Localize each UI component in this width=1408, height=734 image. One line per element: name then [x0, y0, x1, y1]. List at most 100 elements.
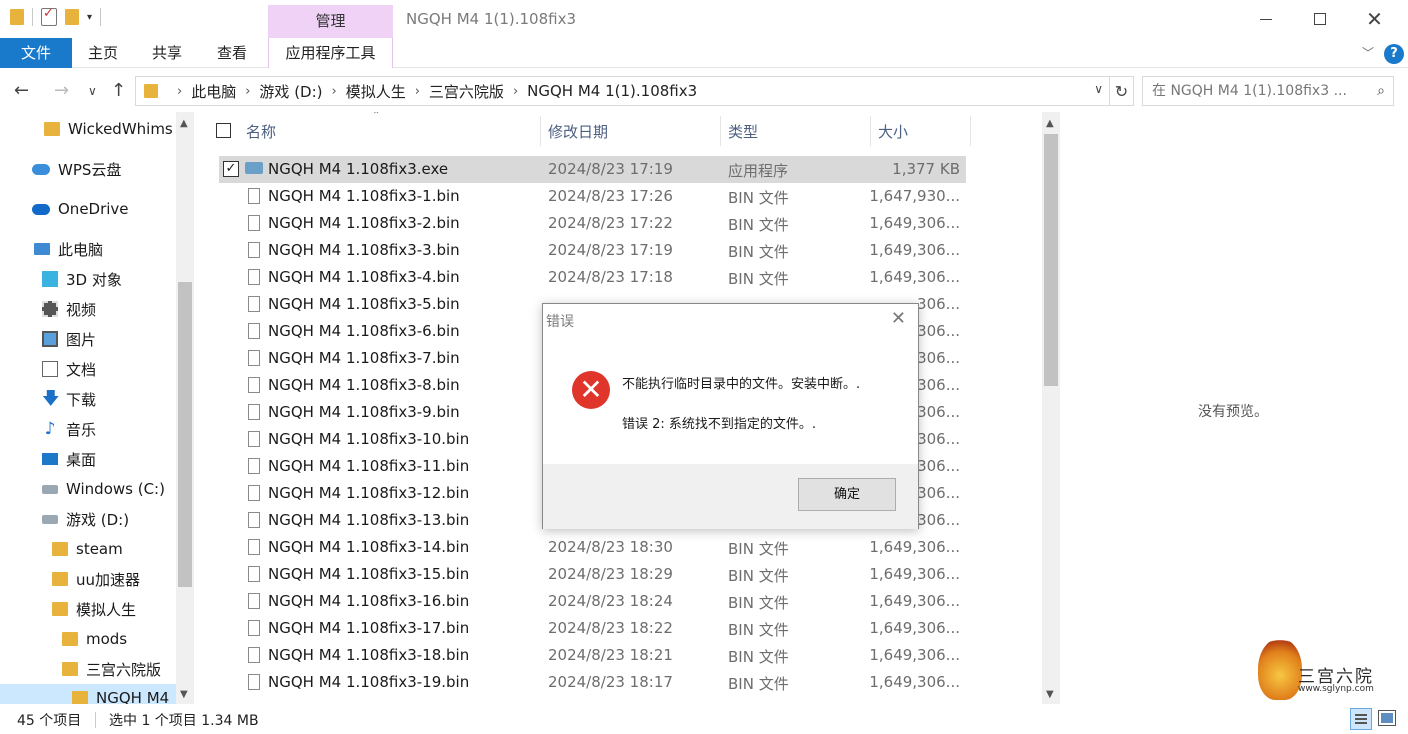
file-date: 2024/8/23 17:19: [548, 160, 673, 178]
scrollbar-thumb[interactable]: [1044, 134, 1058, 386]
breadcrumb-sims[interactable]: 模拟人生: [346, 81, 406, 102]
chevron-right-icon[interactable]: ›: [415, 84, 420, 99]
nav-item-sims[interactable]: 模拟人生: [52, 597, 136, 621]
minimize-button[interactable]: [1238, 0, 1293, 38]
folder-icon: [44, 122, 60, 136]
column-type[interactable]: 类型: [728, 121, 758, 142]
close-button[interactable]: ✕: [1347, 0, 1402, 38]
table-row[interactable]: NGQH M4 1.108fix3-16.bin 2024/8/23 18:24 B…: [219, 588, 966, 615]
help-icon[interactable]: ?: [1384, 44, 1404, 64]
video-icon: [42, 301, 58, 317]
customize-toolbar-chevron-icon[interactable]: ▾: [87, 12, 92, 23]
nav-item-drive-c[interactable]: Windows (C:): [42, 477, 165, 501]
breadcrumb-this-pc[interactable]: 此电脑: [191, 81, 236, 102]
nav-item-label: WPS云盘: [58, 160, 122, 179]
column-divider[interactable]: [970, 116, 971, 146]
large-icons-view-icon[interactable]: [1378, 710, 1396, 726]
file-name: NGQH M4 1.108fix3-3.bin: [268, 241, 460, 259]
nav-item-onedrive[interactable]: OneDrive: [32, 197, 129, 221]
nav-item-wps-cloud[interactable]: WPS云盘: [32, 157, 121, 181]
dialog-close-icon[interactable]: ✕: [891, 308, 906, 329]
tab-application-tools[interactable]: 应用程序工具: [268, 38, 393, 68]
file-date: 2024/8/23 18:30: [548, 538, 673, 556]
table-row[interactable]: NGQH M4 1.108fix3-19.bin 2024/8/23 18:17 B…: [219, 669, 966, 696]
file-name: NGQH M4 1.108fix3-18.bin: [268, 646, 470, 664]
nav-item-3d-objects[interactable]: 3D 对象: [42, 267, 122, 291]
breadcrumb-drive-d[interactable]: 游戏 (D:): [259, 81, 322, 102]
table-row[interactable]: NGQH M4 1.108fix3-17.bin 2024/8/23 18:22 B…: [219, 615, 966, 642]
chevron-right-icon[interactable]: ›: [177, 84, 182, 99]
chevron-right-icon[interactable]: ›: [245, 84, 250, 99]
scrollbar-thumb[interactable]: [178, 282, 192, 587]
column-size[interactable]: 大小: [878, 121, 908, 142]
forward-arrow-icon[interactable]: →: [54, 80, 69, 101]
breadcrumb-sgly[interactable]: 三宫六院版: [429, 81, 504, 102]
nav-item-steam[interactable]: steam: [52, 537, 123, 561]
new-folder-icon[interactable]: [65, 9, 79, 25]
row-checkbox[interactable]: ✓: [223, 161, 239, 177]
nav-item-pictures[interactable]: 图片: [42, 327, 96, 351]
address-bar[interactable]: › 此电脑 › 游戏 (D:) › 模拟人生 › 三宫六院版 › NGQH M4…: [135, 76, 1110, 106]
table-row[interactable]: NGQH M4 1.108fix3-4.bin 2024/8/23 17:18 BI…: [219, 264, 966, 291]
scroll-up-icon[interactable]: ▲: [180, 118, 188, 129]
file-name: NGQH M4 1.108fix3-12.bin: [268, 484, 470, 502]
table-row[interactable]: NGQH M4 1.108fix3-1.bin 2024/8/23 17:26 BI…: [219, 183, 966, 210]
column-divider[interactable]: [720, 116, 721, 146]
table-row[interactable]: NGQH M4 1.108fix3-15.bin 2024/8/23 18:29 B…: [219, 561, 966, 588]
nav-item-downloads[interactable]: 🡇 下载: [42, 387, 96, 411]
expand-ribbon-chevron-icon[interactable]: ﹀: [1362, 44, 1374, 61]
select-all-checkbox[interactable]: [216, 123, 231, 138]
tab-file[interactable]: 文件: [0, 38, 72, 68]
address-history-chevron-icon[interactable]: ∨: [1094, 82, 1103, 96]
nav-item-sgly[interactable]: 三宫六院版: [62, 657, 161, 681]
recent-locations-chevron-icon[interactable]: ∨: [88, 84, 97, 98]
properties-icon[interactable]: [41, 6, 57, 26]
file-size: 1,649,306...: [869, 646, 960, 664]
nav-item-wickedwhims[interactable]: WickedWhims v: [44, 117, 186, 141]
table-row[interactable]: NGQH M4 1.108fix3-3.bin 2024/8/23 17:19 BI…: [219, 237, 966, 264]
breadcrumb-current-folder[interactable]: NGQH M4 1(1).108fix3: [527, 82, 697, 100]
column-name[interactable]: 名称: [246, 121, 276, 142]
column-divider[interactable]: [870, 116, 871, 146]
nav-item-ngqh[interactable]: NGQH M4: [72, 686, 169, 704]
nav-item-desktop[interactable]: 桌面: [42, 447, 96, 471]
table-row[interactable]: ✓ NGQH M4 1.108fix3.exe 2024/8/23 17:19 应用程…: [219, 156, 966, 183]
selection-info: 选中 1 个项目 1.34 MB: [109, 713, 259, 729]
close-icon: ✕: [1366, 7, 1383, 31]
nav-item-uu[interactable]: uu加速器: [52, 567, 140, 591]
navigation-pane-scrollbar[interactable]: ▲ ▼: [176, 112, 194, 704]
search-icon[interactable]: ⌕: [1377, 77, 1385, 105]
column-date[interactable]: 修改日期: [548, 121, 608, 142]
maximize-button[interactable]: [1292, 0, 1347, 38]
back-arrow-icon[interactable]: ←: [14, 80, 29, 101]
chevron-right-icon[interactable]: ›: [332, 84, 337, 99]
nav-item-music[interactable]: ♪ 音乐: [42, 417, 96, 441]
refresh-button[interactable]: ↻: [1110, 76, 1134, 106]
details-view-icon[interactable]: [1350, 708, 1372, 730]
column-divider[interactable]: [540, 116, 541, 146]
nav-item-label: 模拟人生: [76, 600, 137, 619]
nav-item-mods[interactable]: mods: [62, 627, 127, 651]
nav-item-this-pc[interactable]: 此电脑: [34, 237, 103, 261]
ok-button[interactable]: 确定: [798, 478, 896, 511]
file-icon: [248, 188, 260, 204]
file-size: 1,647,930...: [869, 187, 960, 205]
tab-view[interactable]: 查看: [217, 38, 247, 68]
nav-item-videos[interactable]: 视频: [42, 297, 96, 321]
nav-item-documents[interactable]: 文档: [42, 357, 96, 381]
nav-item-label: 三宫六院版: [86, 660, 162, 679]
table-row[interactable]: NGQH M4 1.108fix3-18.bin 2024/8/23 18:21 B…: [219, 642, 966, 669]
scroll-down-icon[interactable]: ▼: [180, 689, 188, 700]
chevron-right-icon[interactable]: ›: [513, 84, 518, 99]
tab-home[interactable]: 主页: [88, 38, 118, 68]
scroll-down-icon[interactable]: ▼: [1046, 689, 1054, 700]
up-arrow-icon[interactable]: ↑: [111, 80, 126, 101]
file-name: NGQH M4 1.108fix3-19.bin: [268, 673, 470, 691]
file-list-scrollbar[interactable]: ▲ ▼: [1042, 112, 1060, 704]
search-input[interactable]: 在 NGQH M4 1(1).108fix3 ... ⌕: [1142, 76, 1394, 106]
table-row[interactable]: NGQH M4 1.108fix3-14.bin 2024/8/23 18:30 B…: [219, 534, 966, 561]
nav-item-drive-d[interactable]: 游戏 (D:): [42, 507, 129, 531]
tab-share[interactable]: 共享: [152, 38, 182, 68]
table-row[interactable]: NGQH M4 1.108fix3-2.bin 2024/8/23 17:22 BI…: [219, 210, 966, 237]
scroll-up-icon[interactable]: ▲: [1046, 118, 1054, 129]
